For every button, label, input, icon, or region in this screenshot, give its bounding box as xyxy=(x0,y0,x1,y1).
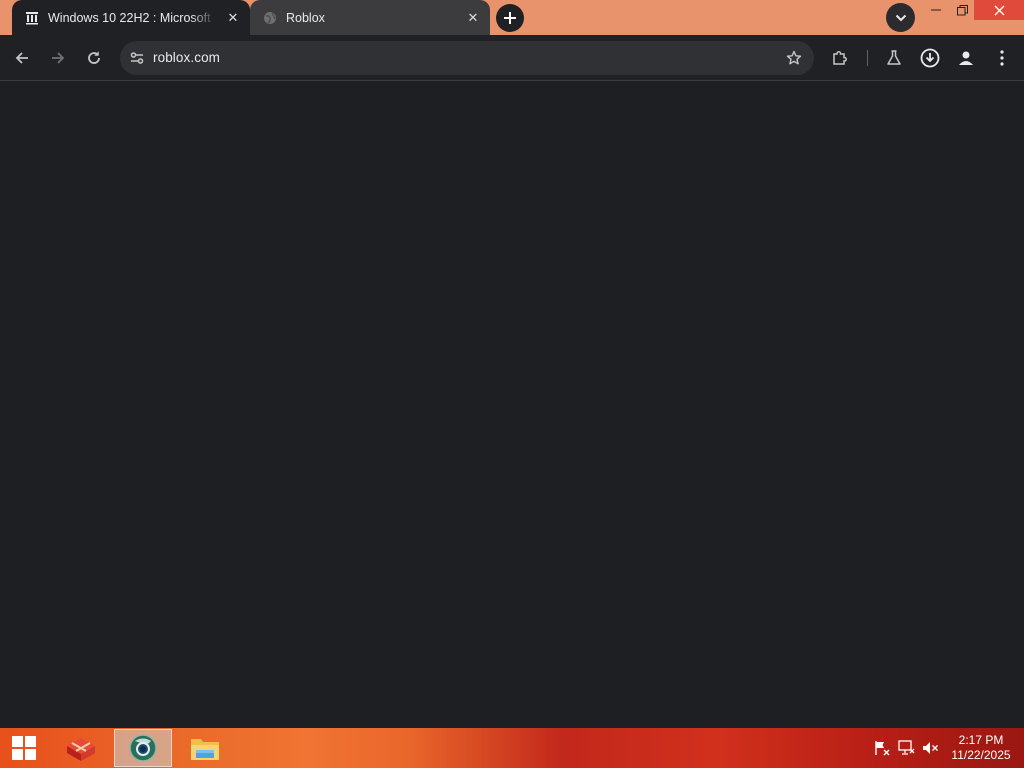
tab-roblox[interactable]: Roblox ✕ xyxy=(250,0,490,35)
profile-button[interactable] xyxy=(955,47,977,69)
profile-avatar-icon xyxy=(959,51,973,65)
flask-icon xyxy=(887,50,901,65)
package-app-icon[interactable] xyxy=(52,729,110,767)
forward-arrow-icon xyxy=(52,52,65,64)
tab-title: Roblox xyxy=(286,10,325,25)
tab-title: Windows 10 22H2 : Microsoft : Free Downl… xyxy=(48,10,216,25)
browser-titlebar: Windows 10 22H2 : Microsoft : Free Downl… xyxy=(0,0,1024,35)
labs-button[interactable] xyxy=(883,47,905,69)
download-icon xyxy=(920,48,940,68)
taskbar: 2:17 PM 11/22/2025 xyxy=(0,728,1024,768)
browser-toolbar: roblox.com xyxy=(0,35,1024,81)
chevron-down-icon xyxy=(895,14,906,21)
reload-button[interactable] xyxy=(82,46,106,70)
browser-app-icon[interactable] xyxy=(114,729,172,767)
windows-logo-icon xyxy=(12,736,36,760)
puzzle-icon xyxy=(833,51,847,65)
tab-close-icon[interactable]: ✕ xyxy=(464,9,482,27)
extensions-button[interactable] xyxy=(829,47,851,69)
network-icon[interactable] xyxy=(897,740,915,756)
address-bar[interactable]: roblox.com xyxy=(120,41,814,75)
minimize-icon xyxy=(931,9,941,11)
volume-muted-icon[interactable] xyxy=(921,740,939,756)
archive-icon xyxy=(24,10,40,26)
restore-icon xyxy=(956,4,968,15)
forward-button[interactable] xyxy=(46,46,70,70)
tab-close-icon[interactable]: ✕ xyxy=(224,9,242,27)
downloads-button[interactable] xyxy=(919,47,941,69)
kebab-menu-icon xyxy=(1000,50,1004,66)
clock-date: 11/22/2025 xyxy=(951,748,1011,762)
bookmark-star-icon[interactable] xyxy=(784,48,804,68)
reload-icon xyxy=(88,51,100,64)
start-button[interactable] xyxy=(0,728,48,768)
site-settings-icon[interactable] xyxy=(126,47,148,69)
back-button[interactable] xyxy=(10,46,34,70)
clock-time: 2:17 PM xyxy=(958,733,1004,747)
system-clock[interactable]: 2:17 PM 11/22/2025 xyxy=(944,733,1018,763)
tab-search-button[interactable] xyxy=(886,3,915,32)
file-explorer-icon[interactable] xyxy=(176,729,234,767)
url-text: roblox.com xyxy=(153,50,221,65)
toolbar-divider xyxy=(867,50,868,66)
tab-internet-archive[interactable]: Windows 10 22H2 : Microsoft : Free Downl… xyxy=(12,0,250,35)
menu-button[interactable] xyxy=(991,47,1013,69)
close-icon xyxy=(994,5,1004,15)
globe-icon xyxy=(262,10,278,26)
close-window-button[interactable] xyxy=(974,0,1024,20)
plus-icon xyxy=(504,12,516,24)
page-viewport[interactable] xyxy=(0,82,1024,728)
back-arrow-icon xyxy=(15,52,28,64)
action-center-flag-icon[interactable] xyxy=(873,740,891,756)
new-tab-button[interactable] xyxy=(496,4,524,32)
